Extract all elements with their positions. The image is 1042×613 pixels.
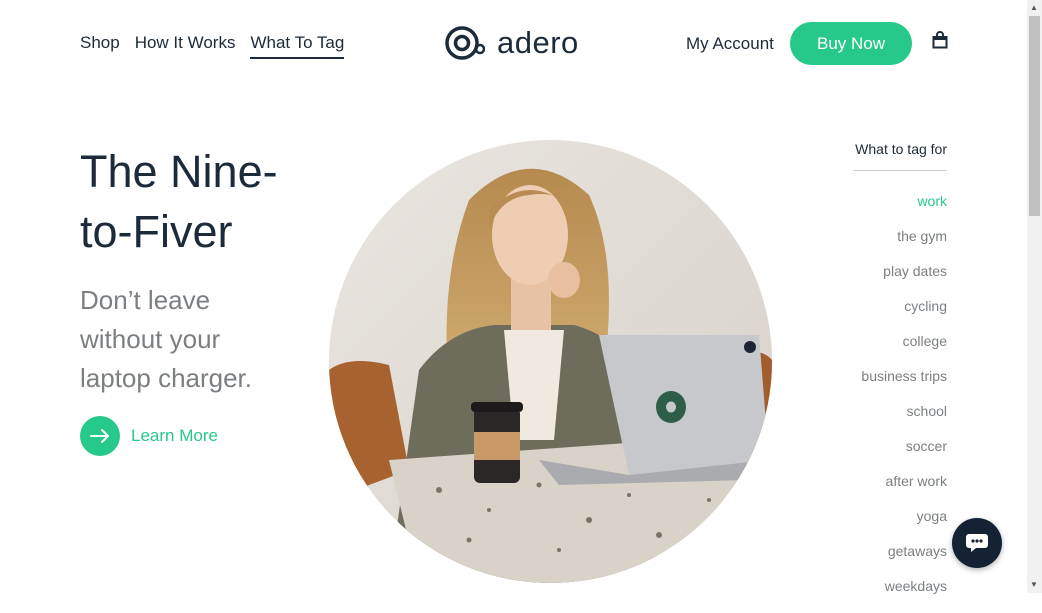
tag-item-cycling[interactable]: cycling: [861, 298, 947, 333]
tag-item-play-dates[interactable]: play dates: [861, 263, 947, 298]
brand-logo[interactable]: adero: [445, 23, 579, 63]
shopping-bag-icon[interactable]: [932, 31, 948, 49]
tag-item-weekdays[interactable]: weekdays: [861, 578, 947, 613]
arrow-right-icon: [90, 429, 109, 443]
tag-item-getaways[interactable]: getaways: [861, 543, 947, 578]
tag-item-school[interactable]: school: [861, 403, 947, 438]
nav-shop-link[interactable]: Shop: [80, 33, 120, 59]
scrollbar-thumb[interactable]: [1029, 16, 1040, 216]
chat-button[interactable]: [952, 518, 1002, 568]
tag-list: work the gym play dates cycling college …: [861, 193, 947, 613]
nav-what-to-tag-link[interactable]: What To Tag: [250, 33, 345, 59]
page-scrollbar[interactable]: ▲ ▼: [1027, 0, 1042, 593]
learn-more-link[interactable]: Learn More: [80, 416, 218, 456]
main-nav: Shop How It Works What To Tag: [80, 33, 345, 59]
tag-list-heading: What to tag for: [853, 141, 947, 171]
brand-name: adero: [497, 25, 579, 60]
nav-how-it-works-link[interactable]: How It Works: [135, 33, 236, 59]
tag-item-work[interactable]: work: [861, 193, 947, 228]
scroll-up-icon[interactable]: ▲: [1030, 4, 1038, 12]
tag-item-college[interactable]: college: [861, 333, 947, 368]
learn-more-label[interactable]: Learn More: [131, 426, 218, 446]
adero-logo-icon: [445, 26, 485, 60]
hero-title: The Nine-to-Fiver: [80, 146, 278, 257]
scroll-down-icon[interactable]: ▼: [1030, 581, 1038, 589]
buy-now-button[interactable]: Buy Now: [790, 22, 912, 65]
tag-item-yoga[interactable]: yoga: [861, 508, 947, 543]
my-account-link[interactable]: My Account: [686, 34, 774, 54]
learn-more-button[interactable]: [80, 416, 120, 456]
hero-subtitle: Don’t leave without your laptop charger.: [80, 285, 253, 393]
hero-photo: [329, 140, 772, 583]
tag-item-after-work[interactable]: after work: [861, 473, 947, 508]
chat-bubble-icon: [966, 534, 988, 552]
tag-item-the-gym[interactable]: the gym: [861, 228, 947, 263]
tag-item-business-trips[interactable]: business trips: [861, 368, 947, 403]
tag-item-soccer[interactable]: soccer: [861, 438, 947, 473]
